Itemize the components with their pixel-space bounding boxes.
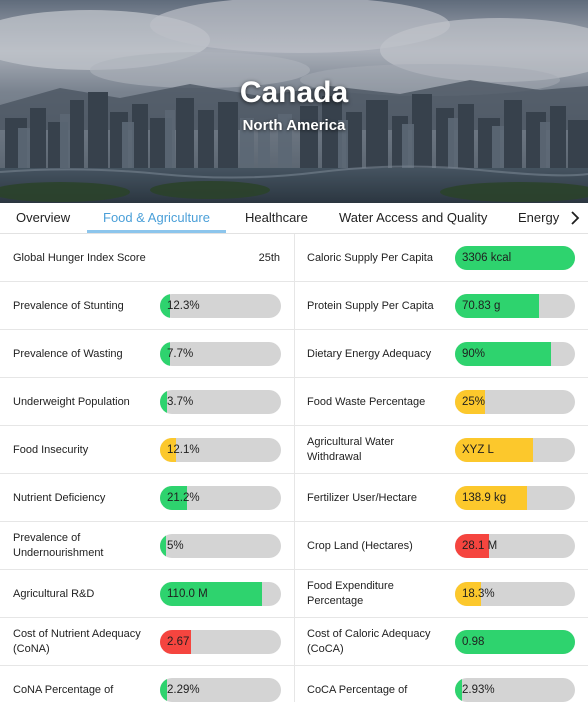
metric-value: 18.3% xyxy=(462,588,495,600)
metric-row-food-expenditure-percentage: Food Expenditure Percentage 18.3% xyxy=(294,570,588,618)
metric-progress-bar: 2.29% xyxy=(160,678,281,702)
metric-rank: 25th xyxy=(258,252,280,264)
metric-label: CoNA Percentage of xyxy=(13,683,114,696)
tab-water-access-quality[interactable]: Water Access and Quality xyxy=(339,203,487,233)
metric-row-crop-land-hectares: Crop Land (Hectares) 28.1 M xyxy=(294,522,588,570)
metric-progress-bar: 12.1% xyxy=(160,438,281,462)
metric-label: Prevalence of Wasting xyxy=(13,347,123,360)
metric-progress-bar: 2.67 xyxy=(160,630,281,654)
metric-value: 70.83 g xyxy=(462,300,501,312)
metric-label: Fertilizer User/Hectare xyxy=(307,491,418,504)
metric-row-prevalence-of-undernourishment: Prevalence of Undernourishment 5% xyxy=(0,522,294,570)
metric-row-food-waste-percentage: Food Waste Percentage 25% xyxy=(294,378,588,426)
metric-row-food-insecurity: Food Insecurity 12.1% xyxy=(0,426,294,474)
metric-label: Agricultural Water Withdrawal xyxy=(307,436,395,463)
tab-energy[interactable]: Energy xyxy=(518,203,559,233)
metric-value: 5% xyxy=(167,540,184,552)
metric-value: 3306 kcal xyxy=(462,252,512,264)
metric-value: XYZ L xyxy=(462,444,494,456)
metric-row-dietary-energy-adequacy: Dietary Energy Adequacy 90% xyxy=(294,330,588,378)
tab-food-agriculture[interactable]: Food & Agriculture xyxy=(87,203,226,233)
metric-row-coca-percentage-of: CoCA Percentage of 2.93% xyxy=(294,666,588,702)
tab-healthcare[interactable]: Healthcare xyxy=(245,203,308,233)
metric-row-underweight-population: Underweight Population 3.7% xyxy=(0,378,294,426)
metric-progress-bar: 2.93% xyxy=(455,678,575,702)
metric-value: 90% xyxy=(462,348,486,360)
metric-value: 28.1 M xyxy=(462,540,498,552)
metric-label: Cost of Caloric Adequacy (CoCA) xyxy=(307,628,431,655)
metric-progress-bar: 21.2% xyxy=(160,486,281,510)
metric-value: 110.0 M xyxy=(167,588,208,600)
hero-banner: Canada North America xyxy=(0,0,588,203)
metric-value: 12.1% xyxy=(167,444,200,456)
metrics-column-right: Caloric Supply Per Capita 3306 kcal Protei… xyxy=(294,234,588,702)
metric-label: Prevalence of Undernourishment xyxy=(13,532,104,559)
metric-row-caloric-supply-per-capita: Caloric Supply Per Capita 3306 kcal xyxy=(294,234,588,282)
category-tab-bar: Overview Food & Agriculture Healthcare W… xyxy=(0,203,588,234)
metric-progress-bar: 3.7% xyxy=(160,390,281,414)
metric-value: 21.2% xyxy=(167,492,200,504)
metric-progress-bar: 25% xyxy=(455,390,575,414)
metric-progress-bar: 70.83 g xyxy=(455,294,575,318)
chevron-right-icon xyxy=(571,211,580,225)
metric-label: Underweight Population xyxy=(13,395,130,408)
metric-row-cost-of-caloric-adequacy-coca: Cost of Caloric Adequacy (CoCA) 0.98 xyxy=(294,618,588,666)
metric-progress-bar: 7.7% xyxy=(160,342,281,366)
metric-label: CoCA Percentage of xyxy=(307,683,408,696)
metric-value: 3.7% xyxy=(167,396,194,408)
metric-row-agricultural-water-withdrawal: Agricultural Water Withdrawal XYZ L xyxy=(294,426,588,474)
metric-label: Nutrient Deficiency xyxy=(13,491,106,504)
metric-row-cona-percentage-of: CoNA Percentage of 2.29% xyxy=(0,666,294,702)
metric-progress-bar: 110.0 M xyxy=(160,582,281,606)
metric-label: Global Hunger Index Score xyxy=(13,251,146,264)
metric-label: Prevalence of Stunting xyxy=(13,299,124,312)
metric-label: Food Expenditure Percentage xyxy=(307,580,394,607)
metric-value: 12.3% xyxy=(167,300,200,312)
tab-overview[interactable]: Overview xyxy=(16,203,70,233)
metric-row-cost-of-nutrient-adequacy-cona: Cost of Nutrient Adequacy (CoNA) 2.67 xyxy=(0,618,294,666)
metric-label: Protein Supply Per Capita xyxy=(307,299,434,312)
metric-progress-bar: 138.9 kg xyxy=(455,486,575,510)
region-subtitle: North America xyxy=(242,117,346,134)
metric-row-nutrient-deficiency: Nutrient Deficiency 21.2% xyxy=(0,474,294,522)
metric-progress-bar: 5% xyxy=(160,534,281,558)
metric-value: 2.67 xyxy=(167,636,190,648)
metric-value: 2.93% xyxy=(462,684,495,696)
metric-row-protein-supply-per-capita: Protein Supply Per Capita 70.83 g xyxy=(294,282,588,330)
metric-row-prevalence-of-wasting: Prevalence of Wasting 7.7% xyxy=(0,330,294,378)
metric-row-global-hunger-index-score: Global Hunger Index Score 25th xyxy=(0,234,294,282)
metric-row-prevalence-of-stunting: Prevalence of Stunting 12.3% xyxy=(0,282,294,330)
metric-row-fertilizer-user-hectare: Fertilizer User/Hectare 138.9 kg xyxy=(294,474,588,522)
tab-scroll-next-button[interactable] xyxy=(562,203,588,233)
metric-value: 25% xyxy=(462,396,486,408)
metric-progress-bar: 0.98 xyxy=(455,630,575,654)
metric-progress-bar: XYZ L xyxy=(455,438,575,462)
metric-progress-bar: 18.3% xyxy=(455,582,575,606)
metric-progress-bar: 90% xyxy=(455,342,575,366)
country-title: Canada xyxy=(239,76,349,109)
metrics-grid: Global Hunger Index Score 25th Prevalence … xyxy=(0,234,588,702)
metric-value: 2.29% xyxy=(167,684,200,696)
metric-value: 7.7% xyxy=(167,348,194,360)
metric-label: Caloric Supply Per Capita xyxy=(307,251,433,264)
metrics-column-left: Global Hunger Index Score 25th Prevalence … xyxy=(0,234,295,702)
metric-progress-bar: 3306 kcal xyxy=(455,246,575,270)
metric-progress-bar: 28.1 M xyxy=(455,534,575,558)
metric-label: Cost of Nutrient Adequacy (CoNA) xyxy=(13,628,141,655)
metric-progress-bar: 12.3% xyxy=(160,294,281,318)
metric-value: 138.9 kg xyxy=(462,492,507,504)
metric-label: Dietary Energy Adequacy xyxy=(307,347,432,360)
metric-label: Food Insecurity xyxy=(13,443,89,456)
metric-row-agricultural-r-d: Agricultural R&D 110.0 M xyxy=(0,570,294,618)
metric-progress-fill xyxy=(160,534,167,558)
metric-value: 0.98 xyxy=(462,636,485,648)
metric-label: Crop Land (Hectares) xyxy=(307,539,413,552)
metric-label: Food Waste Percentage xyxy=(307,395,426,408)
metric-label: Agricultural R&D xyxy=(13,587,95,600)
